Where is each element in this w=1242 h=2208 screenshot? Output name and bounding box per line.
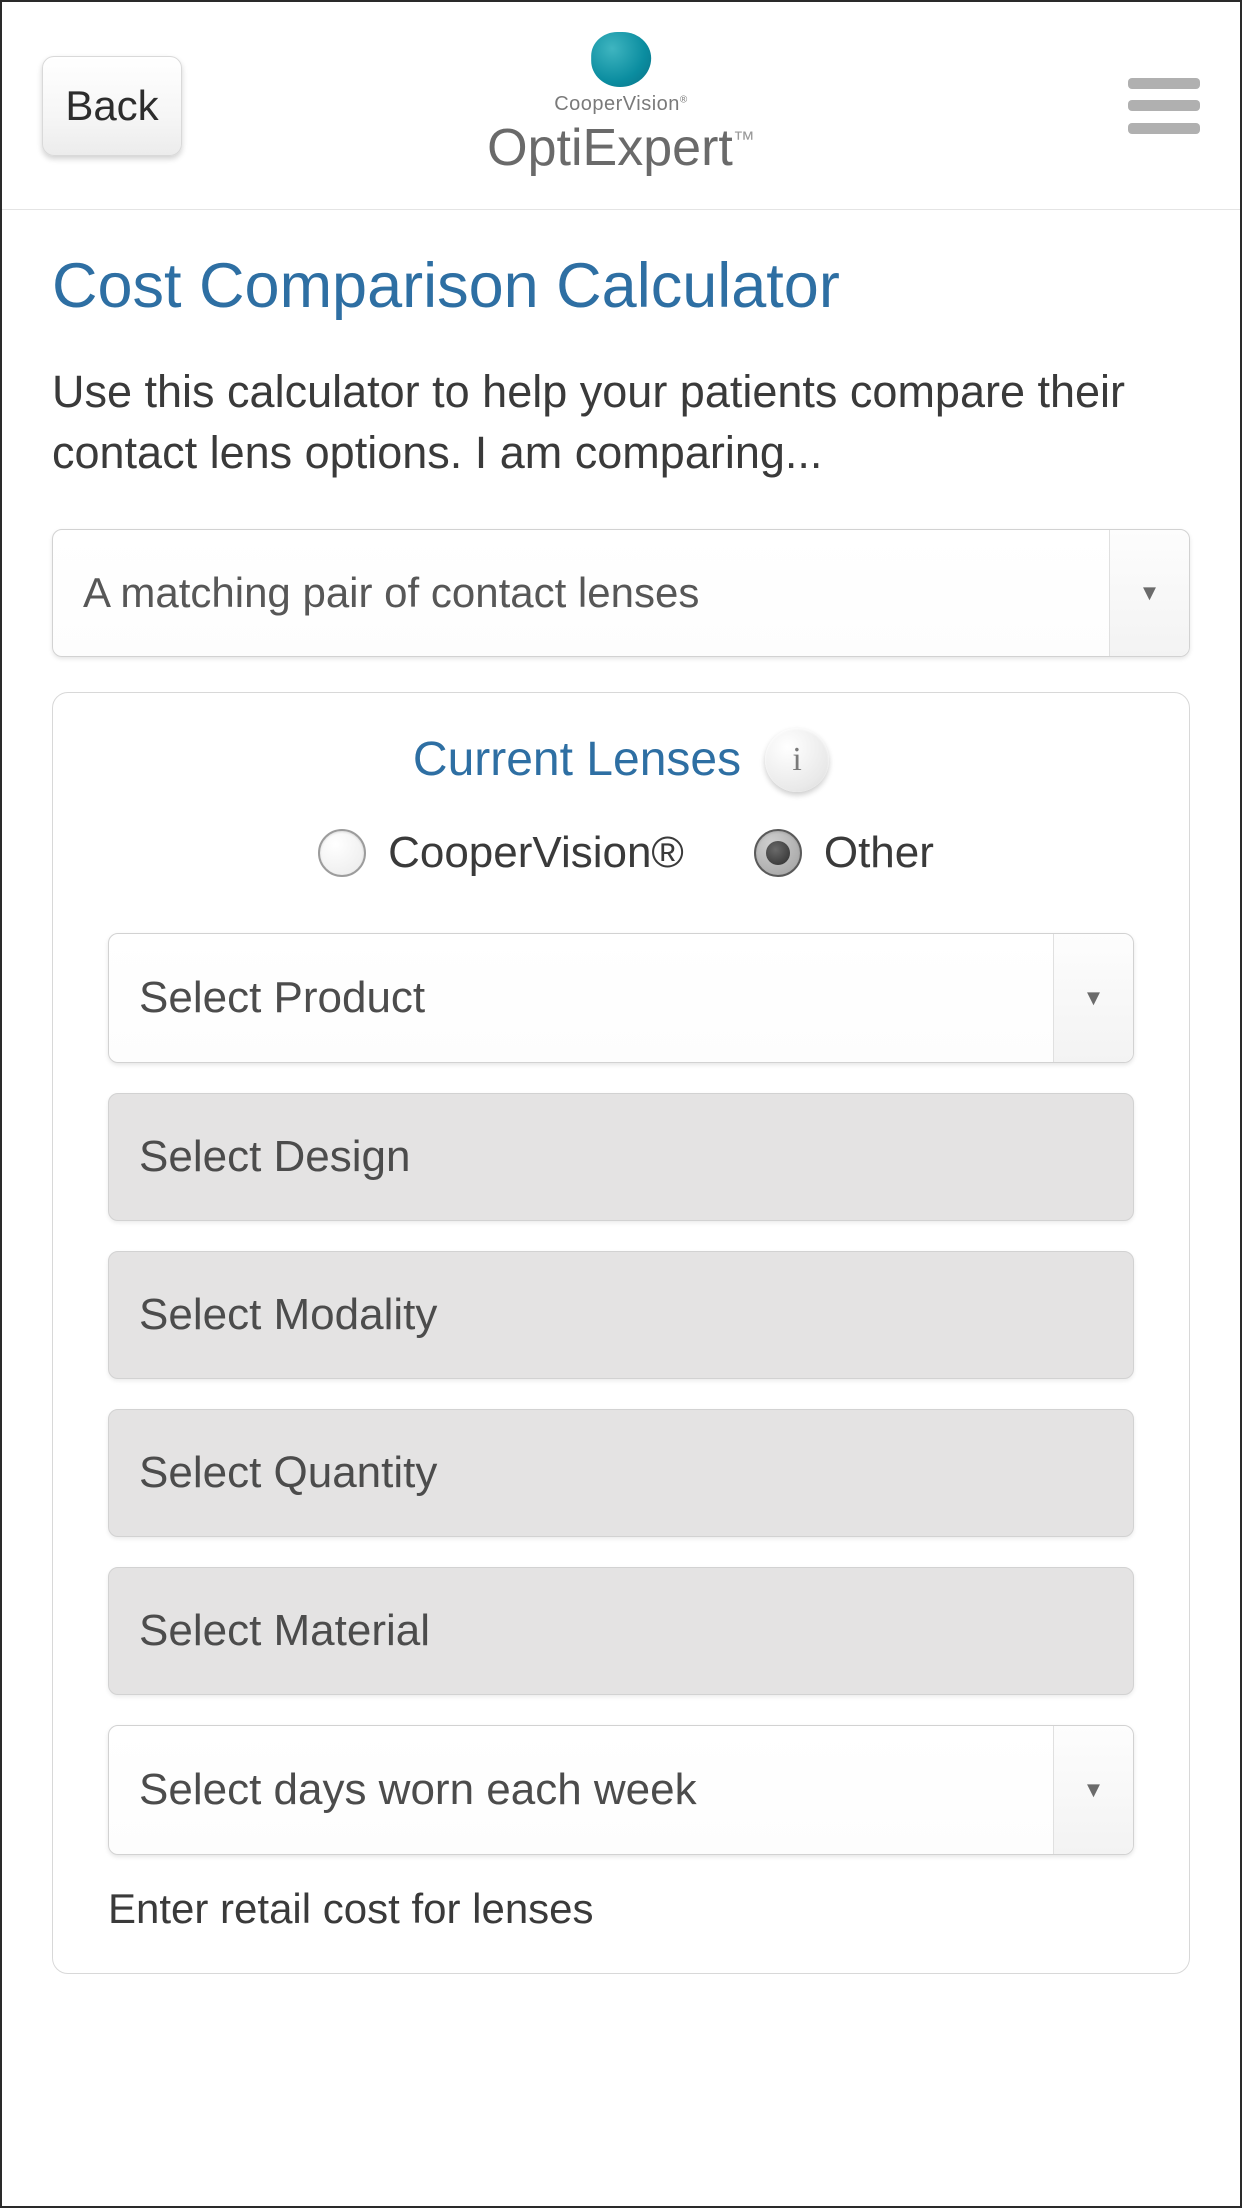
radio-icon [754, 829, 802, 877]
back-button[interactable]: Back [42, 56, 182, 156]
material-placeholder: Select Material [139, 1606, 430, 1656]
brand: CooperVision® OptiExpert™ [487, 32, 755, 178]
brand-subtitle: CooperVision® [554, 93, 688, 116]
radio-label: Other [824, 828, 934, 878]
radio-coopervision[interactable]: CooperVision® [318, 828, 684, 878]
header: Back CooperVision® OptiExpert™ [2, 2, 1240, 210]
chevron-down-icon: ▼ [1053, 934, 1133, 1062]
material-field: Select Material [108, 1567, 1134, 1695]
radio-other[interactable]: Other [754, 828, 934, 878]
chevron-down-icon: ▼ [1053, 1726, 1133, 1854]
content: Cost Comparison Calculator Use this calc… [2, 210, 1240, 1974]
page-title: Cost Comparison Calculator [52, 250, 1190, 322]
product-select[interactable]: Select Product ▼ [108, 933, 1134, 1063]
modality-placeholder: Select Modality [139, 1290, 437, 1340]
radio-icon [318, 829, 366, 877]
radio-label: CooperVision® [388, 828, 684, 878]
menu-icon[interactable] [1128, 78, 1200, 134]
design-placeholder: Select Design [139, 1132, 410, 1182]
quantity-field: Select Quantity [108, 1409, 1134, 1537]
product-select-value: Select Product [139, 973, 425, 1023]
brand-title: OptiExpert™ [487, 118, 755, 178]
design-field: Select Design [108, 1093, 1134, 1221]
chevron-down-icon: ▼ [1109, 530, 1189, 656]
brand-logo-icon [591, 32, 651, 87]
quantity-placeholder: Select Quantity [139, 1448, 437, 1498]
modality-field: Select Modality [108, 1251, 1134, 1379]
brand-radio-group: CooperVision® Other [108, 828, 1134, 878]
compare-select[interactable]: A matching pair of contact lenses ▼ [52, 529, 1190, 657]
compare-select-value: A matching pair of contact lenses [83, 569, 699, 617]
days-select[interactable]: Select days worn each week ▼ [108, 1725, 1134, 1855]
info-icon[interactable]: i [765, 728, 829, 792]
days-select-value: Select days worn each week [139, 1765, 697, 1815]
card-title: Current Lenses [413, 732, 741, 787]
intro-text: Use this calculator to help your patient… [52, 362, 1190, 484]
current-lenses-card: Current Lenses i CooperVision® Other Sel… [52, 692, 1190, 1974]
retail-cost-label: Enter retail cost for lenses [108, 1885, 1134, 1933]
